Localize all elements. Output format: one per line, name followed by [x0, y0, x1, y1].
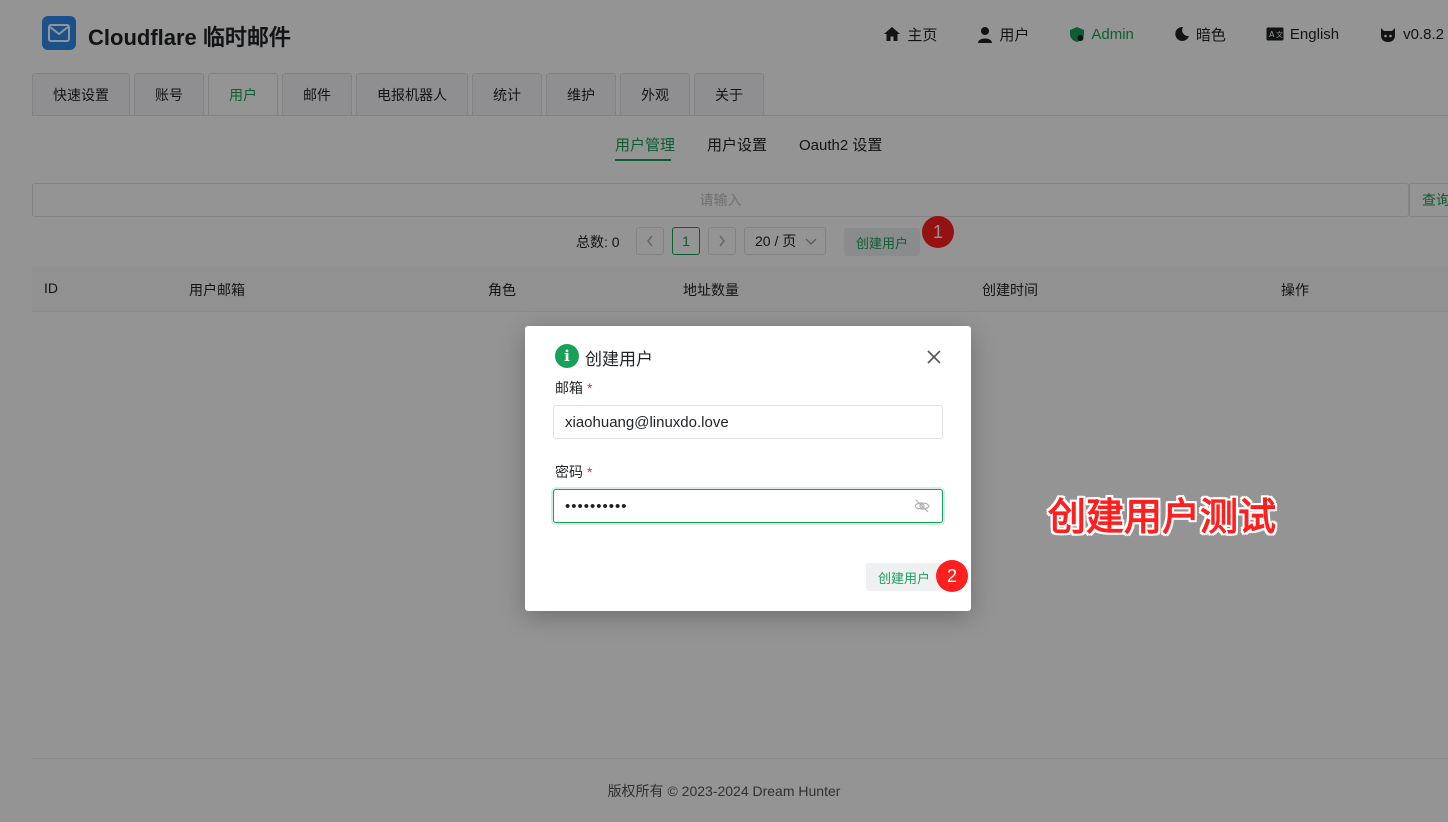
password-value: •••••••••• — [565, 497, 628, 515]
email-field[interactable]: xiaohuang@linuxdo.love — [553, 405, 943, 439]
submit-create-user-button[interactable]: 创建用户 — [866, 563, 942, 591]
dialog-title: 创建用户 — [585, 350, 653, 369]
password-field[interactable]: •••••••••• — [553, 489, 943, 523]
info-icon: i — [555, 344, 579, 368]
email-label: 邮箱 * — [555, 378, 592, 398]
annotation-caption: 创建用户测试 — [1048, 497, 1277, 539]
required-mark: * — [587, 380, 593, 396]
step-marker-2: 2 — [936, 560, 968, 592]
eye-off-icon[interactable] — [914, 499, 930, 513]
required-mark: * — [587, 464, 593, 480]
email-label-text: 邮箱 — [555, 380, 583, 396]
create-user-dialog: i 创建用户 邮箱 * xiaohuang@linuxdo.love 密码 * ••… — [525, 326, 971, 611]
password-label-text: 密码 — [555, 464, 583, 480]
password-label: 密码 * — [555, 462, 592, 482]
close-icon[interactable] — [923, 346, 945, 368]
